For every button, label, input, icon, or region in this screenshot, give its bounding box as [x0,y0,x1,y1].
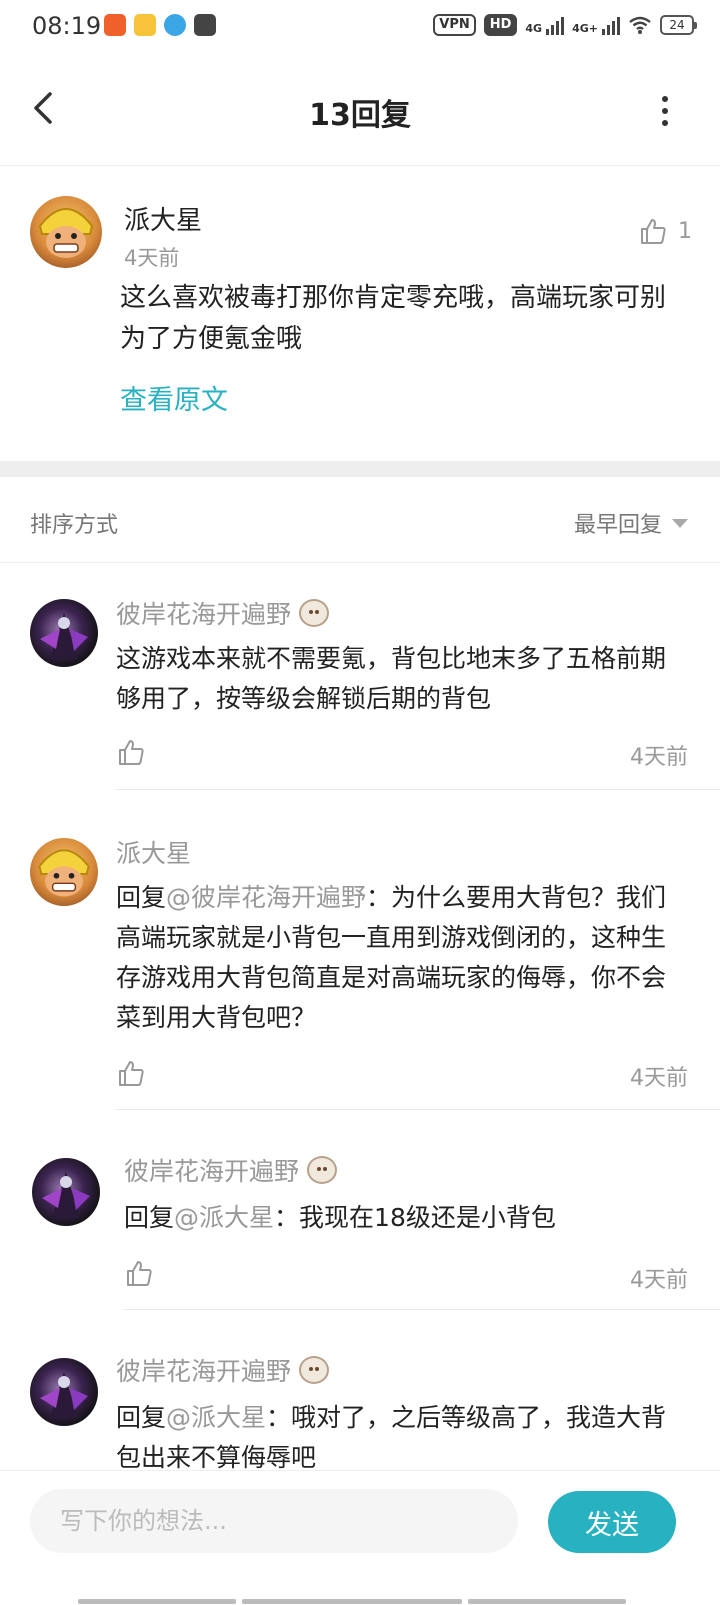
view-original-link[interactable]: 查看原文 [120,378,228,417]
gesture-nav-bar [78,1599,626,1604]
like-button[interactable]: 1 [638,216,692,246]
cellular-signal-2-icon: 4G+ [572,15,620,35]
wifi-icon [629,16,651,34]
edge-browser-icon [164,14,186,36]
reply-author[interactable]: 彼岸花海开遍野 [124,1152,338,1188]
more-options-button[interactable] [660,96,670,126]
comment-author[interactable]: 派大星 [124,200,202,237]
reply-author-name: 派大星 [116,839,192,868]
reply-body: 我现在18级还是小背包 [299,1203,556,1232]
sort-bar: 排序方式 最早回复 [0,477,720,563]
sort-dropdown[interactable]: 最早回复 [574,507,688,539]
reply-prefix: 回复 [116,1403,167,1432]
character-avatar-icon [42,1172,90,1218]
cellular-signal-icon: 4G [525,15,565,35]
reply-separator: ： [266,1403,292,1432]
battery-icon: 24 [660,15,697,35]
send-button[interactable]: 发送 [548,1491,676,1553]
status-notification-icons [104,14,216,36]
reply-item: 彼岸花海开遍野 这游戏本来就不需要氪，背包比地末多了五格前期够用了，按等级会解锁… [0,563,720,790]
reply-text: 这游戏本来就不需要氪，背包比地末多了五格前期够用了，按等级会解锁后期的背包 [116,644,667,713]
hd-indicator: HD [483,14,518,36]
avatar[interactable] [30,838,98,906]
reply-item: 派大星 回复@彼岸花海开遍野：为什么要用大背包？我们高端玩家就是小背包一直用到游… [0,790,720,1110]
more-vertical-icon [662,96,668,102]
character-avatar-icon [40,613,88,659]
mention-link[interactable]: @派大星 [166,1403,266,1432]
status-time: 08:19 [32,12,102,40]
reply-time: 4天前 [630,1268,688,1293]
avatar[interactable] [32,1158,100,1226]
comment-composer: 发送 [0,1470,720,1605]
top-app-bar: 13回复 [0,56,720,166]
reply-author-name: 彼岸花海开遍野 [116,1357,292,1386]
status-indicators: VPN HD 4G 4G+ 24 [433,14,697,36]
reply-time: 4天前 [630,745,688,770]
cow-badge-icon [307,1156,338,1184]
thumbs-up-icon[interactable] [116,737,146,767]
avatar[interactable] [30,1358,98,1426]
taobao-app-icon [104,14,126,36]
reply-item: 彼岸花海开遍野 回复@派大星：哦对了，之后等级高了，我造大背包出来不算侮辱吧 [0,1310,720,1470]
reply-text: 回复@派大星：我现在18级还是小背包 [124,1198,684,1238]
thumbs-up-icon [641,219,666,244]
jd-app-icon [134,14,156,36]
sort-value: 最早回复 [573,513,662,538]
cow-badge-icon [299,1356,330,1384]
like-count: 1 [678,218,692,244]
reply-author[interactable]: 派大星 [116,834,191,870]
sort-label: 排序方式 [30,513,119,538]
status-bar: 08:19 VPN HD 4G 4G+ 24 [0,0,720,56]
comment-input[interactable] [30,1489,518,1553]
reply-prefix: 回复 [116,883,167,912]
character-avatar-icon [40,1372,88,1418]
comment-time: 4天前 [124,246,180,270]
thumbs-up-icon[interactable] [116,1058,146,1088]
reply-text: 回复@彼岸花海开遍野：为什么要用大背包？我们高端玩家就是小背包一直用到游戏倒闭的… [116,878,676,1038]
thumbs-up-icon[interactable] [124,1258,154,1288]
reply-time: 4天前 [630,1066,688,1091]
reply-text: 回复@派大星：哦对了，之后等级高了，我造大背包出来不算侮辱吧 [116,1398,676,1470]
reply-item: 彼岸花海开遍野 回复@派大星：我现在18级还是小背包 4天前 [0,1110,720,1310]
caret-down-icon [672,518,688,528]
barbarian-avatar-icon [38,208,94,258]
reply-author-name: 彼岸花海开遍野 [124,1157,300,1186]
vpn-indicator: VPN [433,14,476,36]
mention-link[interactable]: @彼岸花海开遍野 [166,883,366,912]
reply-separator: ： [274,1203,300,1232]
reply-prefix: 回复 [124,1203,175,1232]
avatar[interactable] [30,196,102,268]
reply-author[interactable]: 彼岸花海开遍野 [116,1352,330,1388]
section-divider [0,461,720,477]
reply-author[interactable]: 彼岸花海开遍野 [116,595,330,631]
reply-separator: ： [366,883,392,912]
comment-text: 这么喜欢被毒打那你肯定零充哦，高端玩家可别为了方便氪金哦 [120,283,667,354]
cow-badge-icon [299,599,330,627]
reply-author-name: 彼岸花海开遍野 [116,600,292,629]
main-comment: 派大星 4天前 1 这么喜欢被毒打那你肯定零充哦，高端玩家可别为了方便氪金哦 查… [0,166,720,461]
mention-link[interactable]: @派大星 [174,1203,274,1232]
barbarian-avatar-icon [38,849,90,897]
page-title: 13回复 [309,98,411,133]
avatar[interactable] [30,599,98,667]
gallery-app-icon [194,14,216,36]
